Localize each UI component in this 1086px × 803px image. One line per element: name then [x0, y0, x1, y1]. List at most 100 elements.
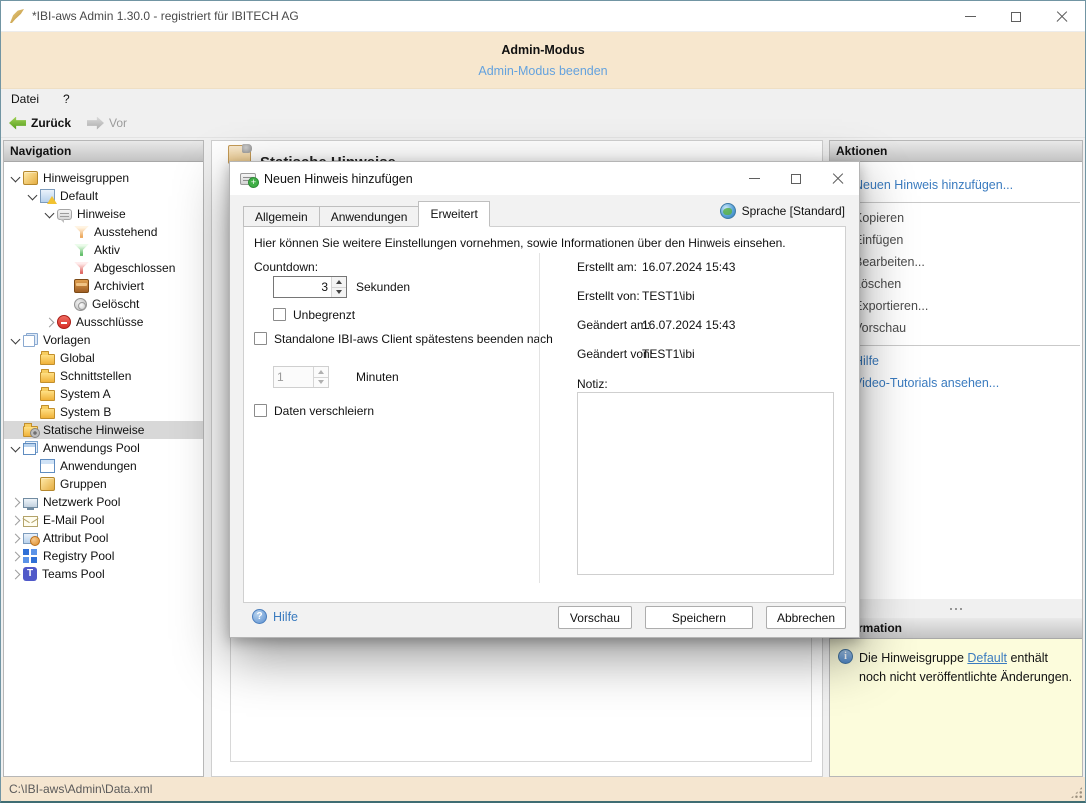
- standalone-quit-checkbox[interactable]: Standalone IBI-aws Client spätestens bee…: [254, 331, 554, 347]
- dialog-close-button[interactable]: [817, 162, 859, 195]
- tab-allgemein[interactable]: Allgemein: [243, 206, 320, 227]
- note-textarea[interactable]: [577, 392, 834, 575]
- tree-item-hinweisgruppen[interactable]: Hinweisgruppen: [4, 169, 203, 187]
- action-hilfe[interactable]: Hilfe: [830, 351, 1082, 373]
- speichern-button[interactable]: Speichern: [645, 606, 753, 629]
- countdown-input[interactable]: [274, 277, 331, 297]
- actions-separator: [850, 345, 1080, 346]
- resize-grip[interactable]: [1070, 786, 1083, 799]
- expander-down-icon[interactable]: [25, 189, 40, 204]
- obfuscate-data-checkbox[interactable]: Daten verschleiern: [254, 403, 374, 419]
- expander-down-icon[interactable]: [8, 441, 23, 456]
- tree-item-label: Gruppen: [60, 477, 107, 491]
- expander-right-icon[interactable]: [42, 315, 57, 330]
- expander-right-icon[interactable]: [8, 495, 23, 510]
- dialog-title: Neuen Hinweis hinzufügen: [264, 172, 413, 186]
- dialog-help-link[interactable]: Hilfe: [252, 609, 298, 624]
- expander-down-icon[interactable]: [42, 207, 57, 222]
- countdown-spinner[interactable]: [273, 276, 347, 298]
- indent-spacer: [59, 297, 74, 312]
- abbrechen-button[interactable]: Abbrechen: [766, 606, 846, 629]
- expander-right-icon[interactable]: [8, 513, 23, 528]
- help-icon: [252, 609, 267, 624]
- admin-mode-exit-link[interactable]: Admin-Modus beenden: [478, 64, 607, 78]
- tree-item-archiviert[interactable]: Archiviert: [4, 277, 203, 295]
- actions-separator: [850, 202, 1080, 203]
- tree-item-netzwerk-pool[interactable]: Netzwerk Pool: [4, 493, 203, 511]
- down-arrow-icon: [336, 290, 342, 294]
- panel-splitter[interactable]: [830, 599, 1082, 618]
- globe-icon: [720, 203, 736, 219]
- tab-anwendungen[interactable]: Anwendungen: [319, 206, 420, 227]
- seconds-unit-label: Sekunden: [356, 280, 410, 294]
- tree-item-label: Global: [60, 351, 95, 365]
- app-pool-icon: [23, 441, 38, 455]
- spin-up-button: [314, 367, 328, 378]
- spin-up-button[interactable]: [332, 277, 346, 288]
- action-neuen-hinweis-hinzufügen[interactable]: Neuen Hinweis hinzufügen...: [830, 175, 1082, 197]
- menu-datei[interactable]: Datei: [11, 92, 39, 106]
- tree-item-anwendungen[interactable]: Anwendungen: [4, 457, 203, 475]
- dialog-maximize-button[interactable]: [775, 162, 817, 195]
- default-group-link[interactable]: Default: [967, 651, 1007, 665]
- tree-item-system-b[interactable]: System B: [4, 403, 203, 421]
- back-label: Zurück: [31, 116, 71, 130]
- expander-right-icon[interactable]: [8, 549, 23, 564]
- tree-item-aktiv[interactable]: Aktiv: [4, 241, 203, 259]
- tree-item-anwendungs-pool[interactable]: Anwendungs Pool: [4, 439, 203, 457]
- dialog-minimize-button[interactable]: [733, 162, 775, 195]
- funnel-g-icon: [74, 243, 89, 257]
- tree-item-label: Netzwerk Pool: [43, 495, 120, 509]
- tree-item-attribut-pool[interactable]: Attribut Pool: [4, 529, 203, 547]
- indent-spacer: [25, 369, 40, 384]
- indent-spacer: [59, 261, 74, 276]
- checkbox-icon[interactable]: [254, 404, 267, 417]
- trash-icon: [74, 298, 87, 311]
- expander-down-icon[interactable]: [8, 333, 23, 348]
- tree-item-default[interactable]: Default: [4, 187, 203, 205]
- tree-item-schnittstellen[interactable]: Schnittstellen: [4, 367, 203, 385]
- tree-item-vorlagen[interactable]: Vorlagen: [4, 331, 203, 349]
- tree-item-teams-pool[interactable]: Teams Pool: [4, 565, 203, 583]
- data-file-path: C:\IBI-aws\Admin\Data.xml: [9, 782, 152, 796]
- checkbox-icon[interactable]: [273, 308, 286, 321]
- tree-item-label: Abgeschlossen: [94, 261, 175, 275]
- vorschau-button[interactable]: Vorschau: [558, 606, 632, 629]
- box-icon: [40, 477, 55, 491]
- expander-right-icon[interactable]: [8, 567, 23, 582]
- tree-item-registry-pool[interactable]: Registry Pool: [4, 547, 203, 565]
- maximize-button[interactable]: [993, 1, 1039, 32]
- tree-item-label: Teams Pool: [42, 567, 105, 581]
- tree-item-e-mail-pool[interactable]: E-Mail Pool: [4, 511, 203, 529]
- tree-item-ausschlüsse[interactable]: Ausschlüsse: [4, 313, 203, 331]
- navigation-panel: Navigation HinweisgruppenDefaultHinweise…: [3, 140, 204, 777]
- minimize-button[interactable]: [947, 1, 993, 32]
- tree-item-system-a[interactable]: System A: [4, 385, 203, 403]
- tree-item-global[interactable]: Global: [4, 349, 203, 367]
- tree-item-gelöscht[interactable]: Gelöscht: [4, 295, 203, 313]
- expander-right-icon[interactable]: [8, 531, 23, 546]
- unlimited-checkbox[interactable]: Unbegrenzt: [273, 307, 355, 323]
- meta-label-erstellt-von: Erstellt von:: [577, 289, 640, 303]
- tree-item-hinweise[interactable]: Hinweise: [4, 205, 203, 223]
- tree-item-abgeschlossen[interactable]: Abgeschlossen: [4, 259, 203, 277]
- tab-erweitert[interactable]: Erweitert: [418, 201, 489, 227]
- spin-down-button[interactable]: [332, 288, 346, 298]
- tree-item-label: Ausschlüsse: [76, 315, 143, 329]
- tree-item-ausstehend[interactable]: Ausstehend: [4, 223, 203, 241]
- tree-item-statische-hinweise[interactable]: Statische Hinweise: [4, 421, 203, 439]
- back-arrow-icon: [9, 117, 26, 130]
- exclude-icon: [57, 315, 71, 329]
- action-video-tutorials-ansehen[interactable]: Video-Tutorials ansehen...: [830, 373, 1082, 395]
- email-icon: [23, 516, 38, 527]
- navigation-header: Navigation: [4, 141, 203, 162]
- menu-[interactable]: ?: [63, 92, 70, 106]
- checkbox-icon[interactable]: [254, 332, 267, 345]
- tree-item-gruppen[interactable]: Gruppen: [4, 475, 203, 493]
- close-button[interactable]: [1039, 1, 1085, 32]
- back-button[interactable]: Zurück: [9, 116, 71, 130]
- expander-down-icon[interactable]: [8, 171, 23, 186]
- tree-item-label: Statische Hinweise: [43, 423, 144, 437]
- tree-item-label: Gelöscht: [92, 297, 139, 311]
- language-selector[interactable]: Sprache [Standard]: [720, 203, 845, 219]
